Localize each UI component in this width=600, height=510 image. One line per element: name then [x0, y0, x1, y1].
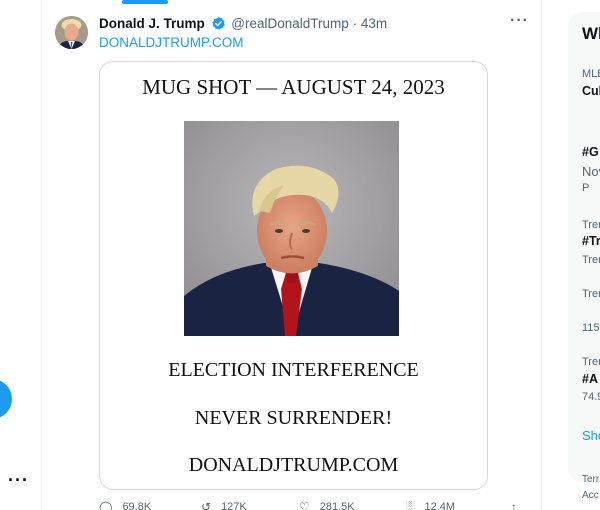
more-menu-button[interactable]: ··· [8, 470, 29, 491]
timestamp[interactable]: 43m [361, 16, 387, 31]
poster-line-3: DONALDJTRUMP.COM [188, 454, 399, 476]
footer-link[interactable]: Acc [582, 490, 599, 501]
trend-category: Trer [582, 219, 600, 231]
share-button[interactable]: ↑ [511, 500, 517, 510]
trend-topic[interactable]: Cul [582, 84, 600, 98]
trend-meta: Nov [582, 164, 600, 179]
trend-category: Trer [582, 288, 600, 300]
post-button[interactable] [0, 379, 12, 419]
poster-title: MUG SHOT — AUGUST 24, 2023 [142, 75, 445, 99]
show-more-link[interactable]: Sho [582, 428, 600, 443]
repost-button[interactable]: ↺ 127K [201, 500, 247, 510]
views-icon: ░ [406, 500, 415, 510]
trend-meta: 74.9 [582, 391, 600, 403]
trend-meta: 115k [582, 322, 600, 334]
trends-panel-title: Wh [582, 24, 600, 43]
trend-meta: P [582, 182, 590, 194]
trend-topic[interactable]: #A [582, 372, 598, 386]
trend-topic[interactable]: #G [582, 145, 599, 159]
trends-panel: Wh MLB Cul #G Nov P Trer #Tr Trer Trer 1… [568, 12, 600, 482]
timeline: Donald J. Trump @realDonaldTrump · 43m ·… [41, 0, 542, 510]
heart-icon: ♡ [299, 500, 310, 510]
trend-topic[interactable]: #Tr [582, 234, 600, 248]
repost-count: 127K [221, 501, 247, 510]
view-count: 12.4M [424, 501, 456, 510]
reply-button[interactable]: ◯ 69.8K [99, 500, 151, 510]
trend-category: Trer [582, 356, 600, 368]
tweet-media-image[interactable]: MUG SHOT — AUGUST 24, 2023 ELECTION INTE… [99, 61, 488, 490]
verified-badge-icon [211, 16, 226, 34]
display-name[interactable]: Donald J. Trump [99, 16, 205, 31]
dot-separator: · [352, 16, 358, 31]
mugshot-photo [184, 121, 399, 336]
trend-category: MLB [582, 68, 600, 80]
poster-line-2: NEVER SURRENDER! [194, 407, 393, 429]
tweet-header: Donald J. Trump @realDonaldTrump · 43m ·… [99, 12, 529, 34]
user-handle[interactable]: @realDonaldTrump [231, 16, 349, 31]
avatar[interactable] [55, 16, 88, 49]
poster-line-1: ELECTION INTERFERENCE [168, 359, 419, 381]
reply-icon: ◯ [99, 500, 113, 510]
trend-meta: Trer [582, 254, 600, 266]
footer-link[interactable]: Terr [582, 474, 599, 485]
active-tab-indicator [122, 0, 168, 4]
like-count: 281.5K [319, 501, 355, 510]
tweet-more-options-icon[interactable]: ··· [510, 12, 529, 30]
repost-icon: ↺ [201, 500, 212, 510]
tweet-actions: ◯ 69.8K ↺ 127K ♡ 281.5K ░ 12.4M ↑ [99, 500, 539, 510]
like-button[interactable]: ♡ 281.5K [299, 500, 355, 510]
views-button[interactable]: ░ 12.4M [406, 500, 455, 510]
tweet-link[interactable]: DONALDJTRUMP.COM [99, 35, 244, 50]
reply-count: 69.8K [122, 501, 152, 510]
share-icon: ↑ [511, 500, 517, 510]
